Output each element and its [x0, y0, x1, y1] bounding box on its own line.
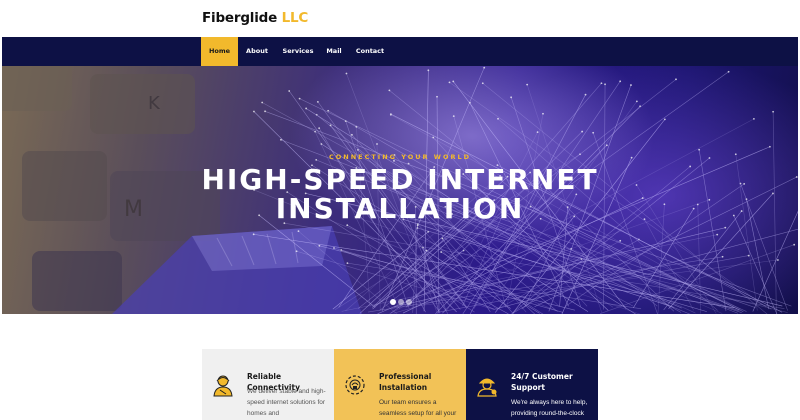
slider-pagination [390, 292, 414, 310]
feature-title-line-2: Installation [379, 383, 428, 392]
keyboard-letter-k: K [148, 93, 161, 114]
feature-text: We're always here to help, providing rou… [511, 399, 588, 417]
nav-services[interactable]: Services [278, 37, 318, 66]
slide-dot-1[interactable] [390, 299, 396, 305]
brand-suffix: LLC [281, 10, 309, 26]
brand-logo[interactable]: Fiberglide LLC [202, 10, 308, 26]
worker-icon [213, 375, 233, 397]
gear-worker-icon [345, 375, 365, 395]
keyboard-key [2, 66, 72, 111]
keyboard-key [32, 251, 122, 311]
hero-slider: K M CONNECTING YOUR WORLD HIGH-SPEED INT… [2, 66, 798, 314]
nav-mail[interactable]: Mail [322, 37, 346, 66]
nav-contact[interactable]: Contact [351, 37, 389, 66]
main-nav: Home About Services Mail Contact [2, 37, 798, 66]
hero-eyebrow: CONNECTING YOUR WORLD [328, 153, 472, 161]
slide-dot-2[interactable] [398, 299, 404, 305]
feature-title-line-1: Professional [379, 372, 432, 381]
support-worker-icon [477, 378, 497, 397]
feature-card-connectivity: Reliable Connectivity We deliver stable … [202, 349, 334, 420]
keyboard-key [90, 74, 195, 134]
feature-title-line-2: Support [511, 383, 545, 392]
brand-name: Fiberglide [202, 10, 278, 26]
feature-title-line-1: 24/7 Customer [511, 372, 573, 381]
feature-card-support: 24/7 Customer Support We're always here t… [466, 349, 598, 420]
feature-title: Professional Installation [379, 371, 463, 393]
feature-text: We deliver stable and high-speed interne… [247, 388, 326, 417]
feature-card-installation: Professional Installation Our team ensure… [334, 349, 466, 420]
feature-cards: Reliable Connectivity We deliver stable … [202, 349, 598, 420]
slide-dot-3[interactable] [406, 299, 412, 305]
site-header: Fiberglide LLC [0, 0, 800, 36]
hero-title-line-2: INSTALLATION [275, 192, 525, 225]
feature-text: Our team ensures a seamless setup for al… [379, 399, 457, 417]
nav-about[interactable]: About [240, 37, 274, 66]
nav-home[interactable]: Home [201, 37, 238, 66]
feature-title: 24/7 Customer Support [511, 371, 595, 393]
